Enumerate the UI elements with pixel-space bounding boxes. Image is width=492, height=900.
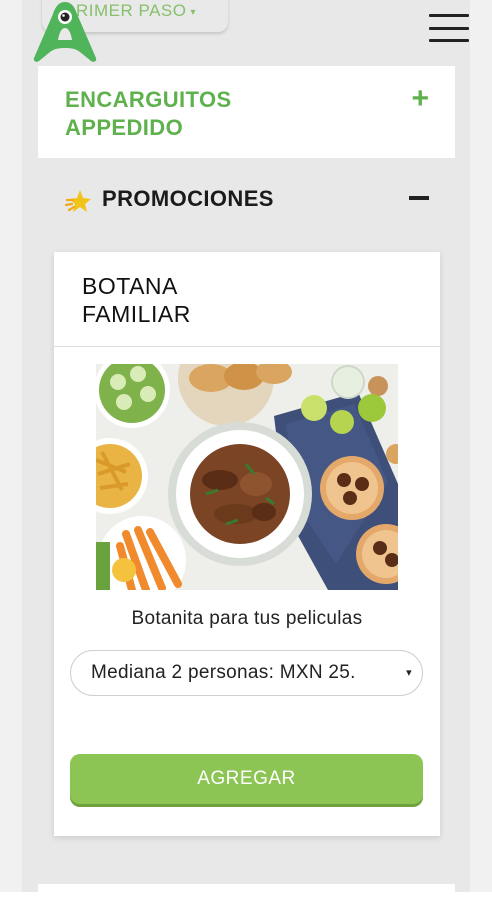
- category-title: ENCARGUITOS APPEDIDO: [65, 87, 232, 140]
- hamburger-line: [429, 26, 469, 30]
- divider: [54, 346, 440, 347]
- product-card: BOTANA FAMILIAR Botanita para tus pelicu…: [54, 252, 440, 836]
- bottom-strip: [0, 892, 492, 900]
- food-platter-photo: [96, 364, 398, 590]
- product-description: Botanita para tus peliculas: [131, 608, 363, 629]
- chevron-down-icon: ▾: [406, 667, 412, 679]
- hamburger-line: [429, 14, 469, 17]
- add-to-cart-button[interactable]: AGREGAR: [70, 754, 423, 804]
- hamburger-menu-button[interactable]: [429, 14, 469, 42]
- plus-icon[interactable]: +: [411, 82, 429, 116]
- category-title: PROMOCIONES: [102, 186, 274, 211]
- category-encarguitos[interactable]: ENCARGUITOS APPEDIDO +: [38, 66, 455, 158]
- hamburger-line: [429, 39, 469, 42]
- product-title: BOTANA FAMILIAR: [82, 273, 191, 327]
- category-promociones[interactable]: PROMOCIONES: [38, 166, 455, 232]
- caret-down-icon: ▾: [190, 6, 197, 18]
- minus-icon[interactable]: [409, 196, 429, 200]
- size-selected-value: Mediana 2 personas: MXN 25.: [91, 662, 356, 683]
- size-select[interactable]: Mediana 2 personas: MXN 25. ▾: [70, 650, 423, 696]
- sparkle-star-icon: [64, 190, 91, 212]
- alien-a-logo[interactable]: [28, 0, 102, 66]
- next-category-card: [38, 884, 455, 892]
